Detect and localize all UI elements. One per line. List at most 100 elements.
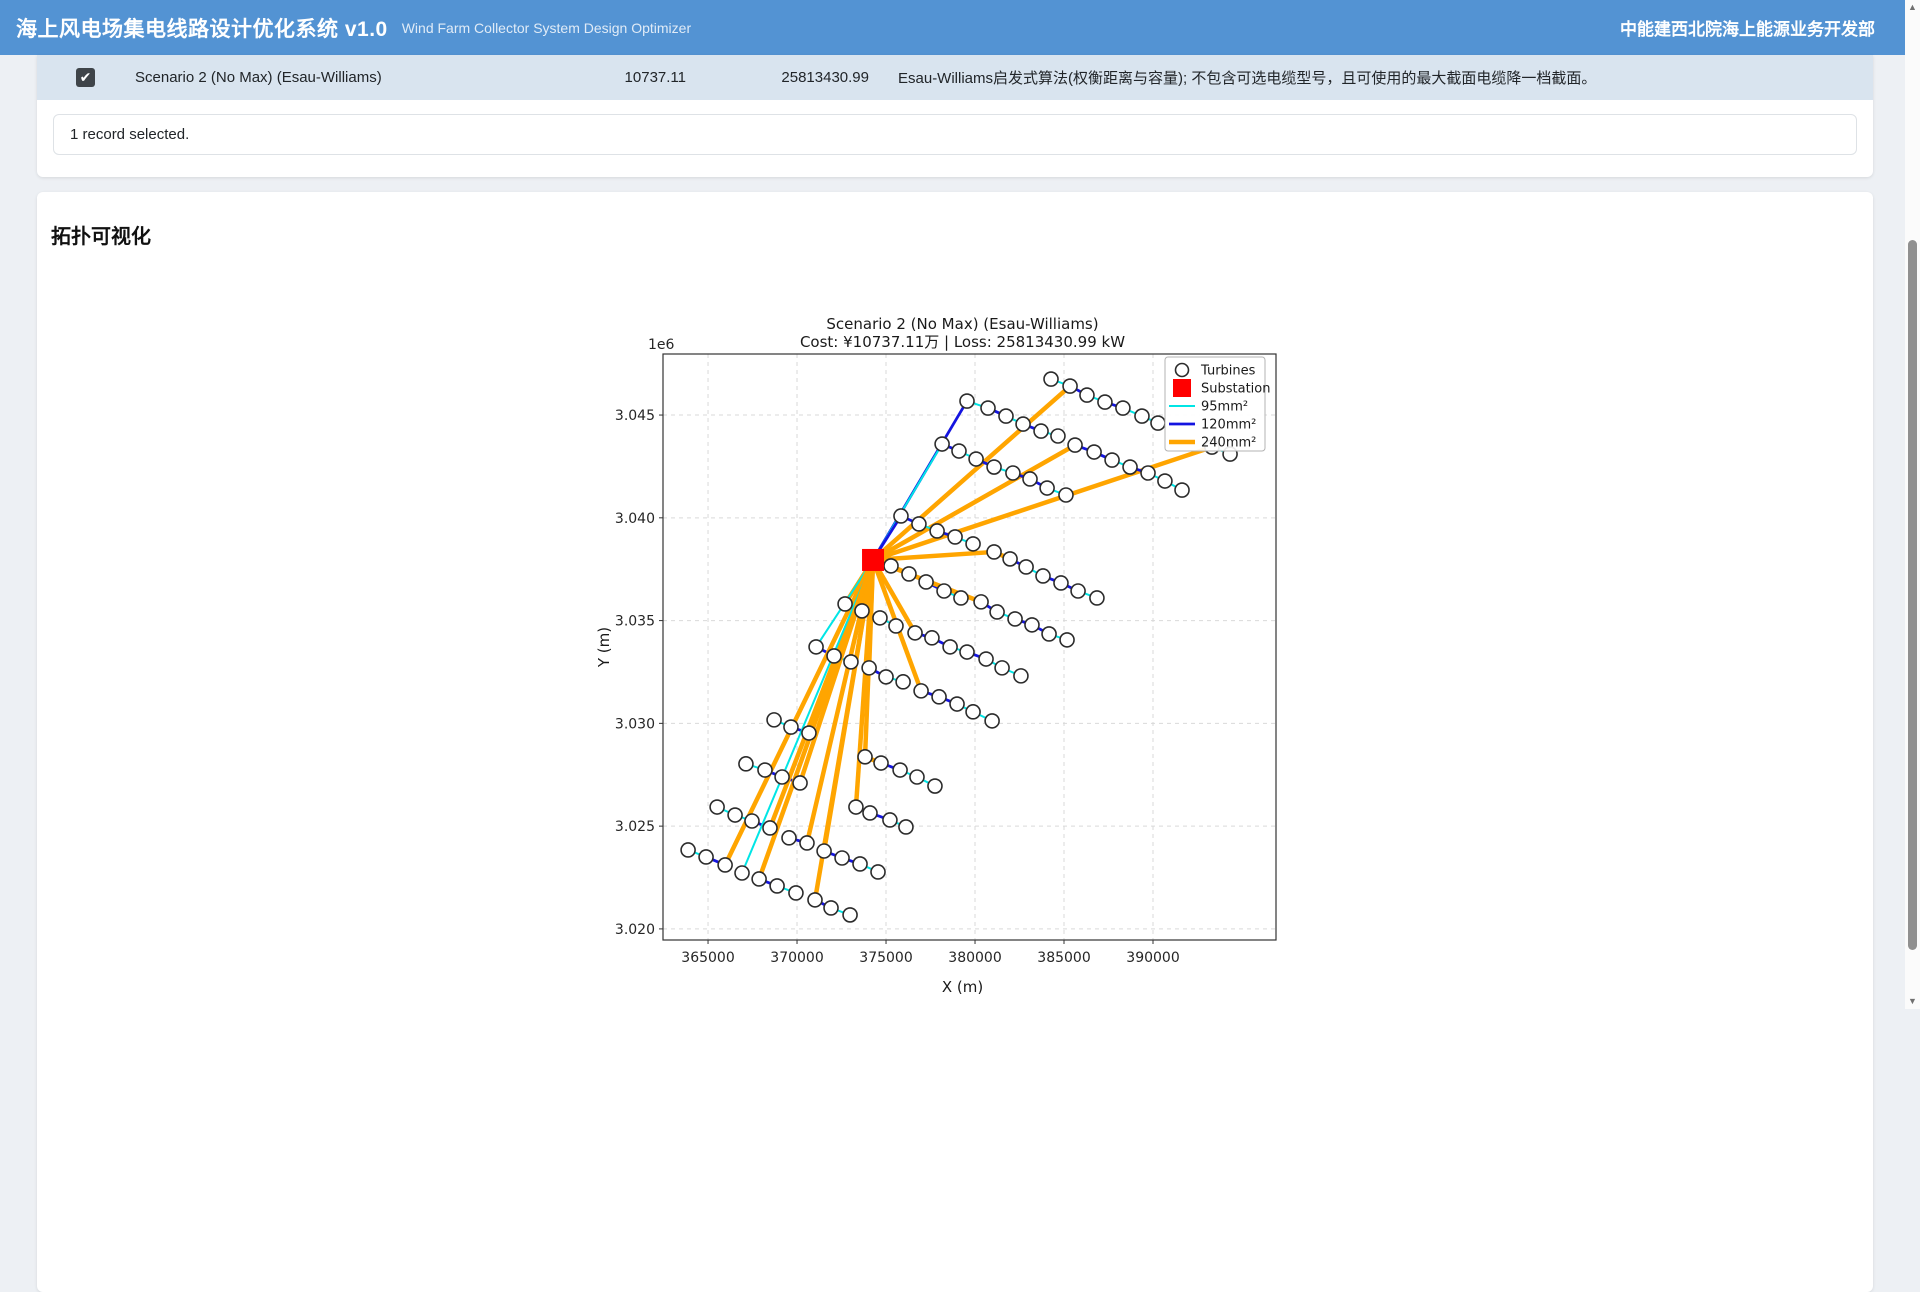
turbine-marker xyxy=(969,452,983,466)
turbine-marker xyxy=(728,808,742,822)
scroll-down-icon[interactable]: ▼ xyxy=(1905,994,1920,1009)
turbine-marker xyxy=(950,697,964,711)
turbine-marker xyxy=(1158,474,1172,488)
turbine-marker xyxy=(1175,483,1189,497)
description-cell: Esau-Williams启发式算法(权衡距离与容量); 不包含可选电缆型号，且… xyxy=(869,67,1873,88)
substation-marker xyxy=(862,549,884,571)
scenario-checkbox[interactable]: ✔ xyxy=(76,68,95,87)
topology-card: 拓扑可视化 3650003700003750003800003850003900… xyxy=(37,192,1873,1292)
turbine-marker xyxy=(681,843,695,857)
turbine-marker xyxy=(824,901,838,915)
turbine-marker xyxy=(1025,618,1039,632)
y-tick-label: 3.030 xyxy=(615,716,655,732)
cable-edge-240 xyxy=(873,386,1070,560)
chart-subtitle: Cost: ¥10737.11万 | Loss: 25813430.99 kW xyxy=(800,333,1125,351)
turbine-marker xyxy=(1090,591,1104,605)
turbine-marker xyxy=(793,776,807,790)
turbine-marker xyxy=(817,844,831,858)
turbine-marker xyxy=(1141,466,1155,480)
turbine-marker xyxy=(1008,612,1022,626)
turbine-marker xyxy=(894,509,908,523)
turbine-marker xyxy=(849,800,863,814)
scenario-name-cell: Scenario 2 (No Max) (Esau-Williams) xyxy=(95,69,525,86)
turbine-marker xyxy=(925,631,939,645)
legend-label: 95mm² xyxy=(1201,400,1248,415)
turbine-marker xyxy=(718,858,732,872)
turbine-marker xyxy=(1016,417,1030,431)
cost-cell: 10737.11 xyxy=(525,69,686,86)
turbine-marker xyxy=(987,545,1001,559)
turbine-marker xyxy=(758,763,772,777)
turbine-marker xyxy=(802,726,816,740)
legend-substation-icon xyxy=(1173,379,1191,397)
turbine-marker xyxy=(914,684,928,698)
turbine-marker xyxy=(960,394,974,408)
app-subtitle: Wind Farm Collector System Design Optimi… xyxy=(402,20,691,36)
turbine-marker xyxy=(1023,472,1037,486)
turbine-marker xyxy=(928,779,942,793)
turbine-marker xyxy=(789,886,803,900)
scroll-up-icon[interactable]: ▲ xyxy=(1905,0,1920,15)
turbine-marker xyxy=(954,591,968,605)
turbine-marker xyxy=(1087,445,1101,459)
turbine-marker xyxy=(987,460,1001,474)
turbine-marker xyxy=(775,770,789,784)
turbine-marker xyxy=(1105,453,1119,467)
turbine-marker xyxy=(966,537,980,551)
turbine-marker xyxy=(1006,466,1020,480)
turbine-marker xyxy=(1123,460,1137,474)
turbine-marker xyxy=(800,836,814,850)
org-name: 中能建西北院海上能源业务开发部 xyxy=(1620,15,1875,40)
section-title: 拓扑可视化 xyxy=(37,192,1873,249)
turbine-marker xyxy=(974,595,988,609)
scrollbar-thumb[interactable] xyxy=(1908,240,1917,950)
y-offset-label: 1e6 xyxy=(648,337,675,353)
topology-chart: 3650003700003750003800003850003900003.02… xyxy=(595,302,1295,1002)
turbine-marker xyxy=(919,575,933,589)
turbine-marker xyxy=(808,893,822,907)
turbine-marker xyxy=(999,409,1013,423)
turbine-marker xyxy=(1151,416,1165,430)
y-tick-label: 3.020 xyxy=(615,922,655,938)
turbine-marker xyxy=(784,720,798,734)
turbine-marker xyxy=(873,611,887,625)
turbine-marker xyxy=(1034,424,1048,438)
y-tick-label: 3.035 xyxy=(615,614,655,630)
turbine-marker xyxy=(1051,429,1065,443)
turbine-marker xyxy=(966,705,980,719)
turbine-marker xyxy=(932,690,946,704)
x-axis-label: X (m) xyxy=(942,978,983,996)
x-tick-label: 385000 xyxy=(1037,950,1090,966)
legend-label: 120mm² xyxy=(1201,418,1256,433)
turbine-marker xyxy=(871,865,885,879)
turbine-marker xyxy=(910,770,924,784)
results-card: ✔ Scenario 2 (No Max) (Esau-Williams) 10… xyxy=(37,55,1873,177)
turbine-marker xyxy=(930,524,944,538)
vertical-scrollbar[interactable]: ▲ ▼ xyxy=(1905,0,1920,1009)
turbine-marker xyxy=(981,401,995,415)
turbine-marker xyxy=(1068,438,1082,452)
turbine-marker xyxy=(995,661,1009,675)
turbine-marker xyxy=(767,713,781,727)
selection-note: 1 record selected. xyxy=(53,114,1857,155)
table-row[interactable]: ✔ Scenario 2 (No Max) (Esau-Williams) 10… xyxy=(37,55,1873,100)
turbine-marker xyxy=(862,661,876,675)
turbine-marker xyxy=(1135,409,1149,423)
checkbox-cell: ✔ xyxy=(37,68,95,87)
turbine-marker xyxy=(1080,388,1094,402)
turbine-marker xyxy=(985,714,999,728)
turbine-marker xyxy=(1003,552,1017,566)
turbine-marker xyxy=(1116,401,1130,415)
legend-turbine-icon xyxy=(1176,364,1189,377)
turbine-marker xyxy=(948,530,962,544)
turbine-marker xyxy=(809,640,823,654)
turbine-marker xyxy=(952,444,966,458)
legend-label: 240mm² xyxy=(1201,436,1256,451)
turbine-marker xyxy=(843,908,857,922)
legend-label: Turbines xyxy=(1200,364,1256,379)
turbine-marker xyxy=(874,756,888,770)
x-tick-label: 370000 xyxy=(770,950,823,966)
turbine-marker xyxy=(858,750,872,764)
app-header: 海上风电场集电线路设计优化系统 v1.0 Wind Farm Collector… xyxy=(0,0,1905,55)
x-tick-label: 390000 xyxy=(1126,950,1179,966)
